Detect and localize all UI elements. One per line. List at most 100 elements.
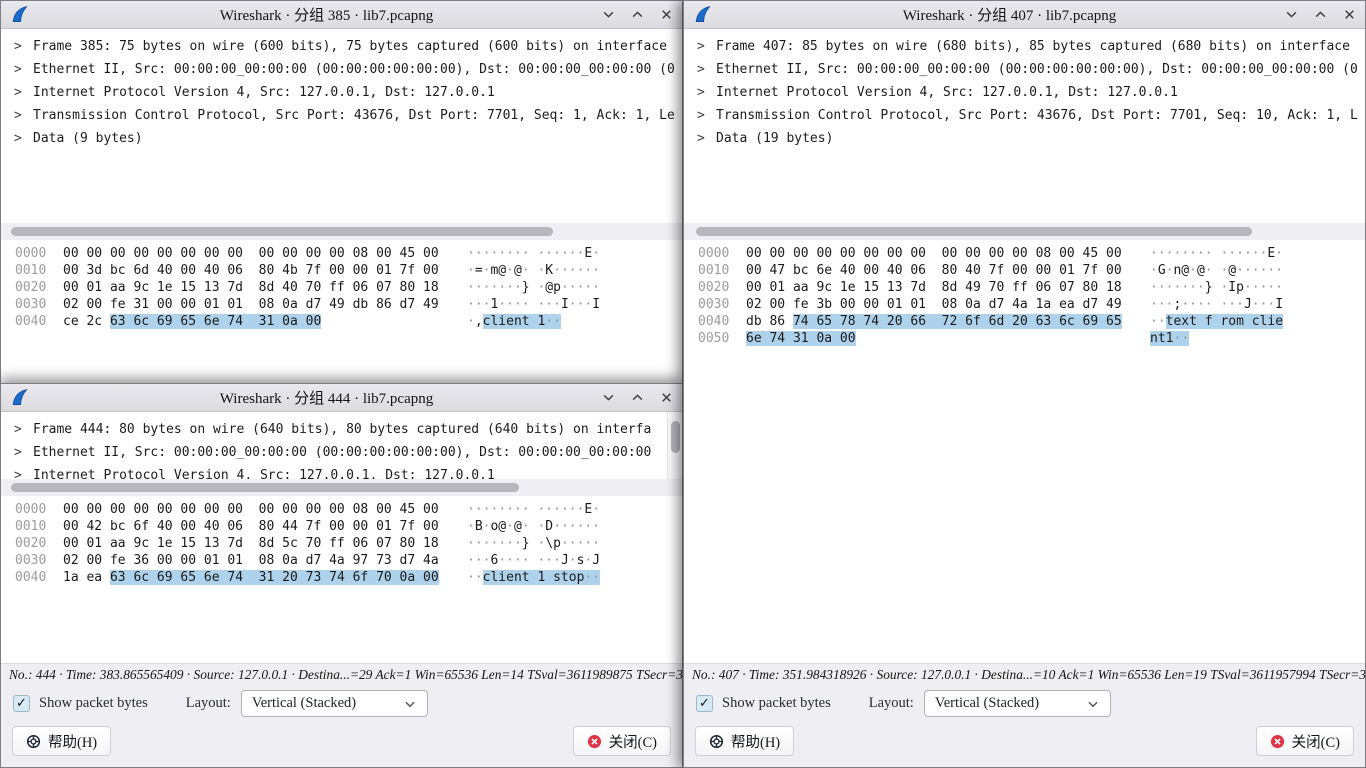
tree-row[interactable]: >Data (19 bytes) <box>684 127 1365 150</box>
help-button-label: 帮助(H) <box>731 731 780 752</box>
titlebar[interactable]: Wireshark · 分组 407 · lib7.pcapng <box>684 1 1365 29</box>
minimize-button[interactable] <box>602 391 615 404</box>
tree-row[interactable]: >Frame 407: 85 bytes on wire (680 bits),… <box>684 35 1365 58</box>
selected-bytes: 63 6c 69 65 6e 74 31 0a 00 <box>110 314 321 329</box>
expand-caret-icon[interactable]: > <box>14 464 33 479</box>
maximize-button[interactable] <box>1314 8 1327 21</box>
show-packet-bytes-label: Show packet bytes <box>722 695 831 712</box>
life-buoy-icon <box>709 734 724 749</box>
hex-ascii: ·B·o@·@· ·D······ <box>467 518 600 535</box>
horizontal-scrollbar[interactable] <box>1 223 682 240</box>
hex-row[interactable]: 003002 00 fe 31 00 00 01 01 08 0a d7 49 … <box>1 296 682 313</box>
chevron-down-icon <box>1086 697 1100 711</box>
maximize-button[interactable] <box>631 391 644 404</box>
close-button[interactable]: 关闭(C) <box>573 726 671 756</box>
expand-caret-icon[interactable]: > <box>14 418 33 441</box>
hex-offset: 0040 <box>684 313 746 330</box>
expand-caret-icon[interactable]: > <box>697 127 716 150</box>
layout-select[interactable]: Vertical (Stacked) <box>924 690 1111 717</box>
close-window-icon[interactable] <box>1343 8 1356 21</box>
scrollbar-thumb[interactable] <box>696 227 1252 236</box>
hex-row[interactable]: 003002 00 fe 36 00 00 01 01 08 0a d7 4a … <box>1 552 682 569</box>
hex-ascii: nt1·· <box>1150 330 1189 347</box>
packet-bytes-pane[interactable]: 000000 00 00 00 00 00 00 00 00 00 00 00 … <box>1 496 682 663</box>
hex-row[interactable]: 001000 47 bc 6e 40 00 40 06 80 40 7f 00 … <box>684 262 1365 279</box>
tree-row-label: Internet Protocol Version 4, Src: 127.0.… <box>33 468 495 479</box>
tree-row[interactable]: >Internet Protocol Version 4, Src: 127.0… <box>1 81 682 104</box>
expand-caret-icon[interactable]: > <box>14 58 33 81</box>
titlebar[interactable]: Wireshark · 分组 444 · lib7.pcapng <box>1 384 682 412</box>
minimize-button[interactable] <box>1285 8 1298 21</box>
tree-row-label: Frame 407: 85 bytes on wire (680 bits), … <box>716 39 1350 54</box>
tree-row[interactable]: >Internet Protocol Version 4, Src: 127.0… <box>684 81 1365 104</box>
expand-caret-icon[interactable]: > <box>14 127 33 150</box>
hex-bytes: 00 00 00 00 00 00 00 00 00 00 00 00 08 0… <box>746 245 1150 262</box>
hex-offset: 0040 <box>1 569 63 586</box>
horizontal-scrollbar[interactable] <box>1 479 682 496</box>
close-window-icon[interactable] <box>660 391 673 404</box>
tree-row-label: Data (9 bytes) <box>33 131 143 146</box>
hex-offset: 0010 <box>1 518 63 535</box>
help-button[interactable]: 帮助(H) <box>12 726 111 756</box>
show-packet-bytes-checkbox[interactable]: ✓ <box>13 695 30 712</box>
maximize-button[interactable] <box>631 8 644 21</box>
tree-row[interactable]: >Ethernet II, Src: 00:00:00_00:00:00 (00… <box>684 58 1365 81</box>
hex-ascii: ·,client 1·· <box>467 313 561 330</box>
titlebar[interactable]: Wireshark · 分组 385 · lib7.pcapng <box>1 1 682 29</box>
scrollbar-thumb[interactable] <box>11 483 519 492</box>
close-button[interactable]: 关闭(C) <box>1256 726 1354 756</box>
packet-bytes-pane[interactable]: 000000 00 00 00 00 00 00 00 00 00 00 00 … <box>1 240 682 383</box>
vertical-scrollbar[interactable] <box>667 412 682 479</box>
expand-caret-icon[interactable]: > <box>14 81 33 104</box>
tree-row[interactable]: >Ethernet II, Src: 00:00:00_00:00:00 (00… <box>1 58 682 81</box>
hex-offset: 0030 <box>1 296 63 313</box>
expand-caret-icon[interactable]: > <box>14 104 33 127</box>
tree-row[interactable]: >Frame 444: 80 bytes on wire (640 bits),… <box>1 418 682 441</box>
hex-row[interactable]: 00506e 74 31 0a 00nt1·· <box>684 330 1365 347</box>
hex-row[interactable]: 002000 01 aa 9c 1e 15 13 7d 8d 40 70 ff … <box>1 279 682 296</box>
hex-row[interactable]: 002000 01 aa 9c 1e 15 13 7d 8d 49 70 ff … <box>684 279 1365 296</box>
packet-detail-tree[interactable]: >Frame 407: 85 bytes on wire (680 bits),… <box>684 29 1365 223</box>
expand-caret-icon[interactable]: > <box>697 81 716 104</box>
hex-row[interactable]: 00401a ea 63 6c 69 65 6e 74 31 20 73 74 … <box>1 569 682 586</box>
show-packet-bytes-checkbox[interactable]: ✓ <box>696 695 713 712</box>
expand-caret-icon[interactable]: > <box>697 35 716 58</box>
layout-select[interactable]: Vertical (Stacked) <box>241 690 428 717</box>
horizontal-scrollbar[interactable] <box>684 223 1365 240</box>
expand-caret-icon[interactable]: > <box>697 104 716 127</box>
packet-detail-tree[interactable]: >Frame 444: 80 bytes on wire (640 bits),… <box>1 412 682 479</box>
hex-row[interactable]: 001000 42 bc 6f 40 00 40 06 80 44 7f 00 … <box>1 518 682 535</box>
tree-row[interactable]: >Transmission Control Protocol, Src Port… <box>684 104 1365 127</box>
help-button[interactable]: 帮助(H) <box>695 726 794 756</box>
selected-ascii: client 1·· <box>483 314 561 329</box>
wireshark-logo-icon <box>10 5 29 24</box>
packet-hint-text: No.: 444 · Time: 383.865565409 · Source:… <box>1 663 682 686</box>
hex-row[interactable]: 000000 00 00 00 00 00 00 00 00 00 00 00 … <box>1 501 682 518</box>
tree-row[interactable]: >Transmission Control Protocol, Src Port… <box>1 104 682 127</box>
hex-row[interactable]: 002000 01 aa 9c 1e 15 13 7d 8d 5c 70 ff … <box>1 535 682 552</box>
hex-row[interactable]: 000000 00 00 00 00 00 00 00 00 00 00 00 … <box>1 245 682 262</box>
expand-caret-icon[interactable]: > <box>14 441 33 464</box>
hex-row[interactable]: 0040ce 2c 63 6c 69 65 6e 74 31 0a 00·,cl… <box>1 313 682 330</box>
scrollbar-thumb[interactable] <box>11 227 553 236</box>
hex-row[interactable]: 000000 00 00 00 00 00 00 00 00 00 00 00 … <box>684 245 1365 262</box>
minimize-button[interactable] <box>602 8 615 21</box>
selected-bytes: 63 6c 69 65 6e 74 31 20 73 74 6f 70 0a 0… <box>110 570 439 585</box>
expand-caret-icon[interactable]: > <box>14 35 33 58</box>
packet-detail-tree[interactable]: >Frame 385: 75 bytes on wire (600 bits),… <box>1 29 682 223</box>
tree-row[interactable]: >Frame 385: 75 bytes on wire (600 bits),… <box>1 35 682 58</box>
hex-offset: 0020 <box>1 535 63 552</box>
hex-row[interactable]: 001000 3d bc 6d 40 00 40 06 80 4b 7f 00 … <box>1 262 682 279</box>
tree-row[interactable]: >Data (9 bytes) <box>1 127 682 150</box>
hex-bytes: 00 00 00 00 00 00 00 00 00 00 00 00 08 0… <box>63 245 467 262</box>
packet-bytes-pane[interactable]: 000000 00 00 00 00 00 00 00 00 00 00 00 … <box>684 240 1365 663</box>
scrollbar-thumb[interactable] <box>671 421 680 453</box>
hex-row[interactable]: 003002 00 fe 3b 00 00 01 01 08 0a d7 4a … <box>684 296 1365 313</box>
close-window-icon[interactable] <box>660 8 673 21</box>
window-title: Wireshark · 分组 444 · lib7.pcapng <box>61 387 592 408</box>
expand-caret-icon[interactable]: > <box>697 58 716 81</box>
tree-row[interactable]: >Ethernet II, Src: 00:00:00_00:00:00 (00… <box>1 441 682 464</box>
tree-row[interactable]: >Internet Protocol Version 4, Src: 127.0… <box>1 464 682 479</box>
hex-row[interactable]: 0040db 86 74 65 78 74 20 66 72 6f 6d 20 … <box>684 313 1365 330</box>
hex-bytes: 00 01 aa 9c 1e 15 13 7d 8d 49 70 ff 06 0… <box>746 279 1150 296</box>
